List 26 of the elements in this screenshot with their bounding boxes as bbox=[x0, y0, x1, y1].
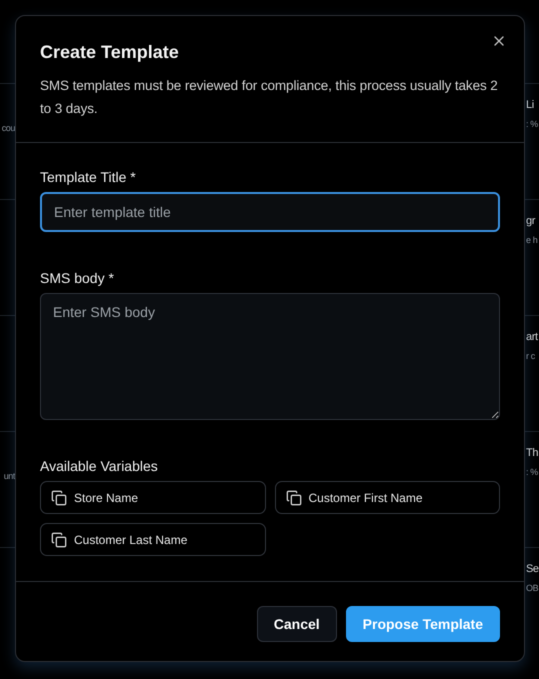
variable-chip[interactable]: Store Name bbox=[40, 481, 266, 514]
row-subtitle: r c bbox=[526, 350, 536, 363]
row-title: gr bbox=[526, 215, 536, 228]
variable-chip[interactable]: Customer Last Name bbox=[40, 523, 266, 556]
textarea-field[interactable]: Enter SMS body bbox=[40, 293, 500, 420]
copy-icon bbox=[286, 490, 302, 506]
field-label: Template Title * bbox=[40, 169, 137, 185]
variables-label: Available Variables bbox=[40, 458, 159, 474]
dialog-title: Create Template bbox=[40, 42, 180, 63]
copy-icon bbox=[51, 532, 67, 548]
row-subtitle: cou bbox=[2, 122, 15, 135]
row-subtitle: e h bbox=[526, 234, 538, 247]
row-title: Se bbox=[526, 563, 539, 576]
row-subtitle: unt bbox=[4, 470, 15, 483]
row-subtitle: OB bbox=[526, 582, 539, 595]
copy-icon bbox=[51, 490, 67, 506]
field-label: SMS body * bbox=[40, 270, 115, 286]
row-subtitle: : % bbox=[526, 466, 539, 479]
row-title: Th bbox=[526, 447, 539, 460]
row-title: art bbox=[526, 331, 539, 344]
variable-chip[interactable]: Customer First Name bbox=[274, 481, 500, 514]
row-subtitle: : % bbox=[526, 118, 539, 131]
input-field[interactable]: Enter template title bbox=[40, 192, 500, 232]
row-title: Li bbox=[526, 99, 535, 112]
cancel-button[interactable]: Cancel bbox=[256, 606, 337, 642]
dialog-description: SMS templates must be reviewed for compliance, this process usually takes 2 to 3 days. bbox=[40, 77, 499, 118]
